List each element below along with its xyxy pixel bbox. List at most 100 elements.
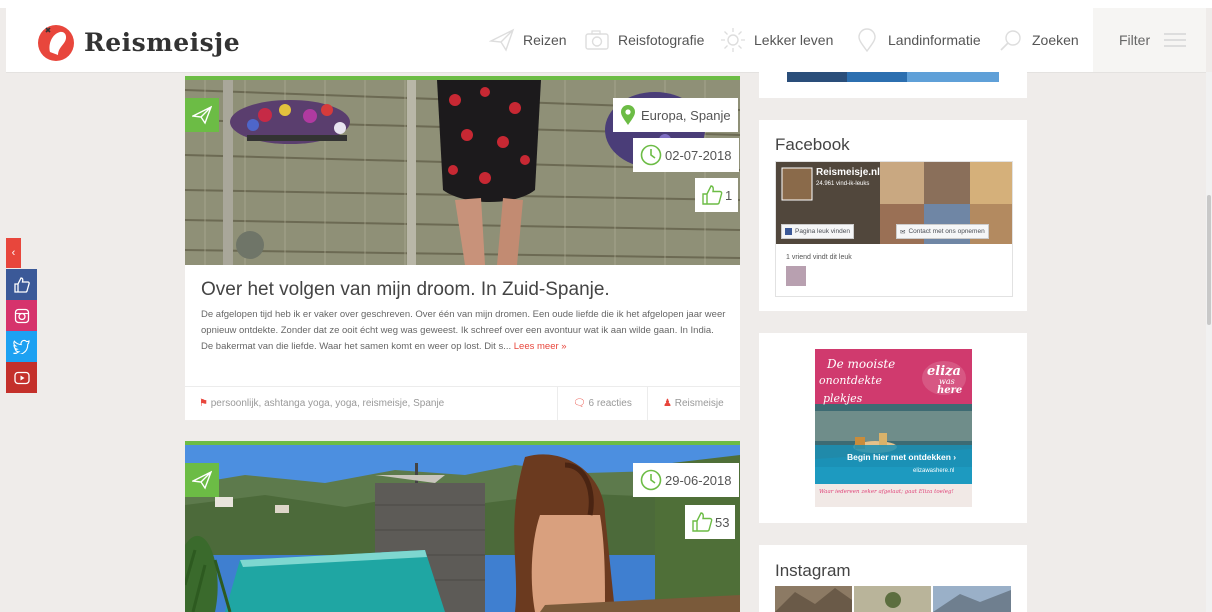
post-tags: ⚑ persoonlijk, ashtanga yoga, yoga, reis… bbox=[199, 398, 444, 409]
post-card: Europa, Spanje 02-07-2018 1 Over het vol… bbox=[185, 76, 740, 421]
post-date-tag: 29-06-2018 bbox=[633, 463, 739, 497]
advertisement-widget: De mooiste onontdekte plekjes eliza was … bbox=[759, 333, 1027, 523]
comment-icon: 🗨 bbox=[573, 398, 586, 409]
post-excerpt: De afgelopen tijd heb ik er vaker over g… bbox=[201, 307, 726, 355]
footer-divider bbox=[647, 387, 648, 421]
facebook-widget: Facebook Reismeisje.nl 24.961 vind-ik-le… bbox=[759, 120, 1027, 311]
facebook-like-page-button[interactable]: Pagina leuk vinden bbox=[781, 224, 854, 239]
eliza-was-here-banner[interactable]: De mooiste onontdekte plekjes eliza was … bbox=[815, 349, 972, 507]
sun-icon bbox=[721, 28, 745, 52]
hamburger-icon bbox=[1164, 32, 1187, 48]
post-featured-image[interactable]: 29-06-2018 53 bbox=[185, 445, 740, 612]
twitter-share-button[interactable] bbox=[6, 331, 37, 362]
page-scrollbar[interactable] bbox=[1206, 72, 1212, 612]
svg-text:here: here bbox=[937, 385, 962, 396]
clock-icon bbox=[640, 469, 662, 491]
banner-cta[interactable]: Begin hier met ontdekken › bbox=[847, 452, 956, 462]
post-date: 29-06-2018 bbox=[665, 472, 732, 488]
post-location: Europa, Spanje bbox=[641, 107, 731, 123]
banner-url: elizawashere.nl bbox=[913, 468, 955, 474]
post-author-link[interactable]: ♟ Reismeisje bbox=[663, 398, 724, 409]
instagram-link-button[interactable] bbox=[6, 300, 37, 331]
map-pin-icon bbox=[621, 105, 635, 125]
post-category-badge[interactable] bbox=[185, 98, 219, 132]
filter-button[interactable]: Filter bbox=[1093, 8, 1206, 72]
twitter-icon bbox=[13, 339, 30, 354]
facebook-contact-button[interactable]: ✉ Contact met ons opnemen bbox=[896, 224, 989, 239]
paper-plane-icon bbox=[489, 28, 515, 52]
post-featured-image[interactable]: Europa, Spanje 02-07-2018 1 bbox=[185, 80, 740, 265]
eliza-logo-bubble: eliza was here bbox=[922, 361, 966, 396]
widget-image-strip bbox=[787, 72, 999, 82]
instagram-thumbnails bbox=[775, 586, 1011, 612]
post-location-tag[interactable]: Europa, Spanje bbox=[613, 98, 738, 132]
thumbs-up-icon bbox=[13, 276, 30, 293]
nav-item-reizen[interactable]: Reizen bbox=[489, 8, 567, 72]
window-top-strip bbox=[0, 0, 1212, 8]
site-header: Reismeisje Reizen Reisfotografie Lekker … bbox=[6, 8, 1206, 73]
nav-item-reisfotografie[interactable]: Reisfotografie bbox=[584, 8, 704, 72]
post-category-badge[interactable] bbox=[185, 463, 219, 497]
facebook-like-label: Pagina leuk vinden bbox=[795, 228, 850, 235]
post-excerpt-text: De afgelopen tijd heb ik er vaker over g… bbox=[201, 309, 726, 352]
filter-label: Filter bbox=[1119, 32, 1151, 48]
envelope-icon: ✉ bbox=[900, 228, 906, 236]
nav-label-lekker-leven: Lekker leven bbox=[754, 32, 834, 48]
facebook-logo-icon bbox=[785, 228, 792, 235]
nav-item-landinformatie[interactable]: Landinformatie bbox=[854, 8, 981, 72]
map-pin-icon bbox=[858, 28, 876, 53]
instagram-widget-title: Instagram bbox=[775, 561, 851, 580]
thumbs-up-icon bbox=[692, 512, 713, 532]
post-author: Reismeisje bbox=[674, 398, 724, 409]
thumbs-up-icon bbox=[702, 185, 723, 205]
nav-label-reizen: Reizen bbox=[523, 32, 567, 48]
facebook-page-name[interactable]: Reismeisje.nl bbox=[816, 167, 880, 178]
read-more-link[interactable]: Lees meer » bbox=[514, 341, 567, 352]
post-date: 02-07-2018 bbox=[665, 147, 732, 163]
search-icon bbox=[1000, 30, 1021, 51]
nav-label-landinformatie: Landinformatie bbox=[888, 32, 981, 48]
facebook-widget-title: Facebook bbox=[775, 135, 850, 154]
youtube-link-button[interactable] bbox=[6, 362, 37, 393]
instagram-widget: Instagram bbox=[759, 545, 1027, 612]
post-date-tag: 02-07-2018 bbox=[633, 138, 739, 172]
banner-slogan: Waar iedereen zeker afgelaat; gaat Eliza… bbox=[819, 489, 954, 495]
page-scrollbar-thumb[interactable] bbox=[1207, 195, 1211, 325]
paper-plane-icon bbox=[192, 470, 212, 490]
post-like-count: 53 bbox=[715, 514, 730, 530]
nav-item-lekker-leven[interactable]: Lekker leven bbox=[720, 8, 833, 72]
post-like-button[interactable]: 53 bbox=[685, 505, 736, 539]
nav-label-reisfotografie: Reisfotografie bbox=[618, 32, 705, 48]
camera-icon bbox=[585, 30, 609, 50]
instagram-feed bbox=[775, 586, 1011, 612]
user-icon: ♟ bbox=[663, 398, 672, 409]
nav-item-zoeken[interactable]: Zoeken bbox=[998, 8, 1079, 72]
site-logo[interactable]: Reismeisje bbox=[36, 22, 240, 62]
clock-icon bbox=[640, 144, 662, 166]
logo-text: Reismeisje bbox=[84, 27, 241, 57]
post-comments-text: 6 reacties bbox=[588, 398, 632, 409]
facebook-likes-count: 24.961 vind-ik-leuks bbox=[816, 181, 870, 187]
footer-divider bbox=[557, 387, 558, 421]
banner-headline-2: onontdekte bbox=[819, 374, 882, 387]
eliza-was-here-logo: eliza was here bbox=[921, 360, 967, 396]
tag-icon: ⚑ bbox=[199, 398, 208, 409]
facebook-share-button[interactable] bbox=[6, 269, 37, 300]
facebook-page-plugin[interactable]: Reismeisje.nl 24.961 vind-ik-leuks Pagin… bbox=[775, 161, 1013, 297]
post-like-count: 1 bbox=[725, 187, 733, 203]
banner-headline-3: plekjes bbox=[823, 392, 863, 405]
post-tags-text[interactable]: persoonlijk, ashtanga yoga, yoga, reisme… bbox=[211, 398, 444, 409]
post-comments-link[interactable]: 🗨 6 reacties bbox=[573, 398, 632, 409]
sidebar-widget-top bbox=[759, 72, 1027, 98]
post-title[interactable]: Over het volgen van mijn droom. In Zuid-… bbox=[201, 279, 610, 301]
facebook-contact-label: Contact met ons opnemen bbox=[908, 228, 985, 235]
logo-mark-icon bbox=[38, 25, 74, 61]
friend-avatar[interactable] bbox=[786, 266, 806, 286]
instagram-icon bbox=[14, 308, 29, 323]
post-like-button[interactable]: 1 bbox=[695, 178, 739, 212]
youtube-icon bbox=[13, 371, 30, 384]
paper-plane-icon bbox=[192, 105, 212, 125]
social-bar-toggle[interactable]: ‹ bbox=[6, 238, 21, 268]
post-card: 29-06-2018 53 bbox=[185, 441, 740, 612]
banner-headline-1: De mooiste bbox=[827, 357, 896, 371]
